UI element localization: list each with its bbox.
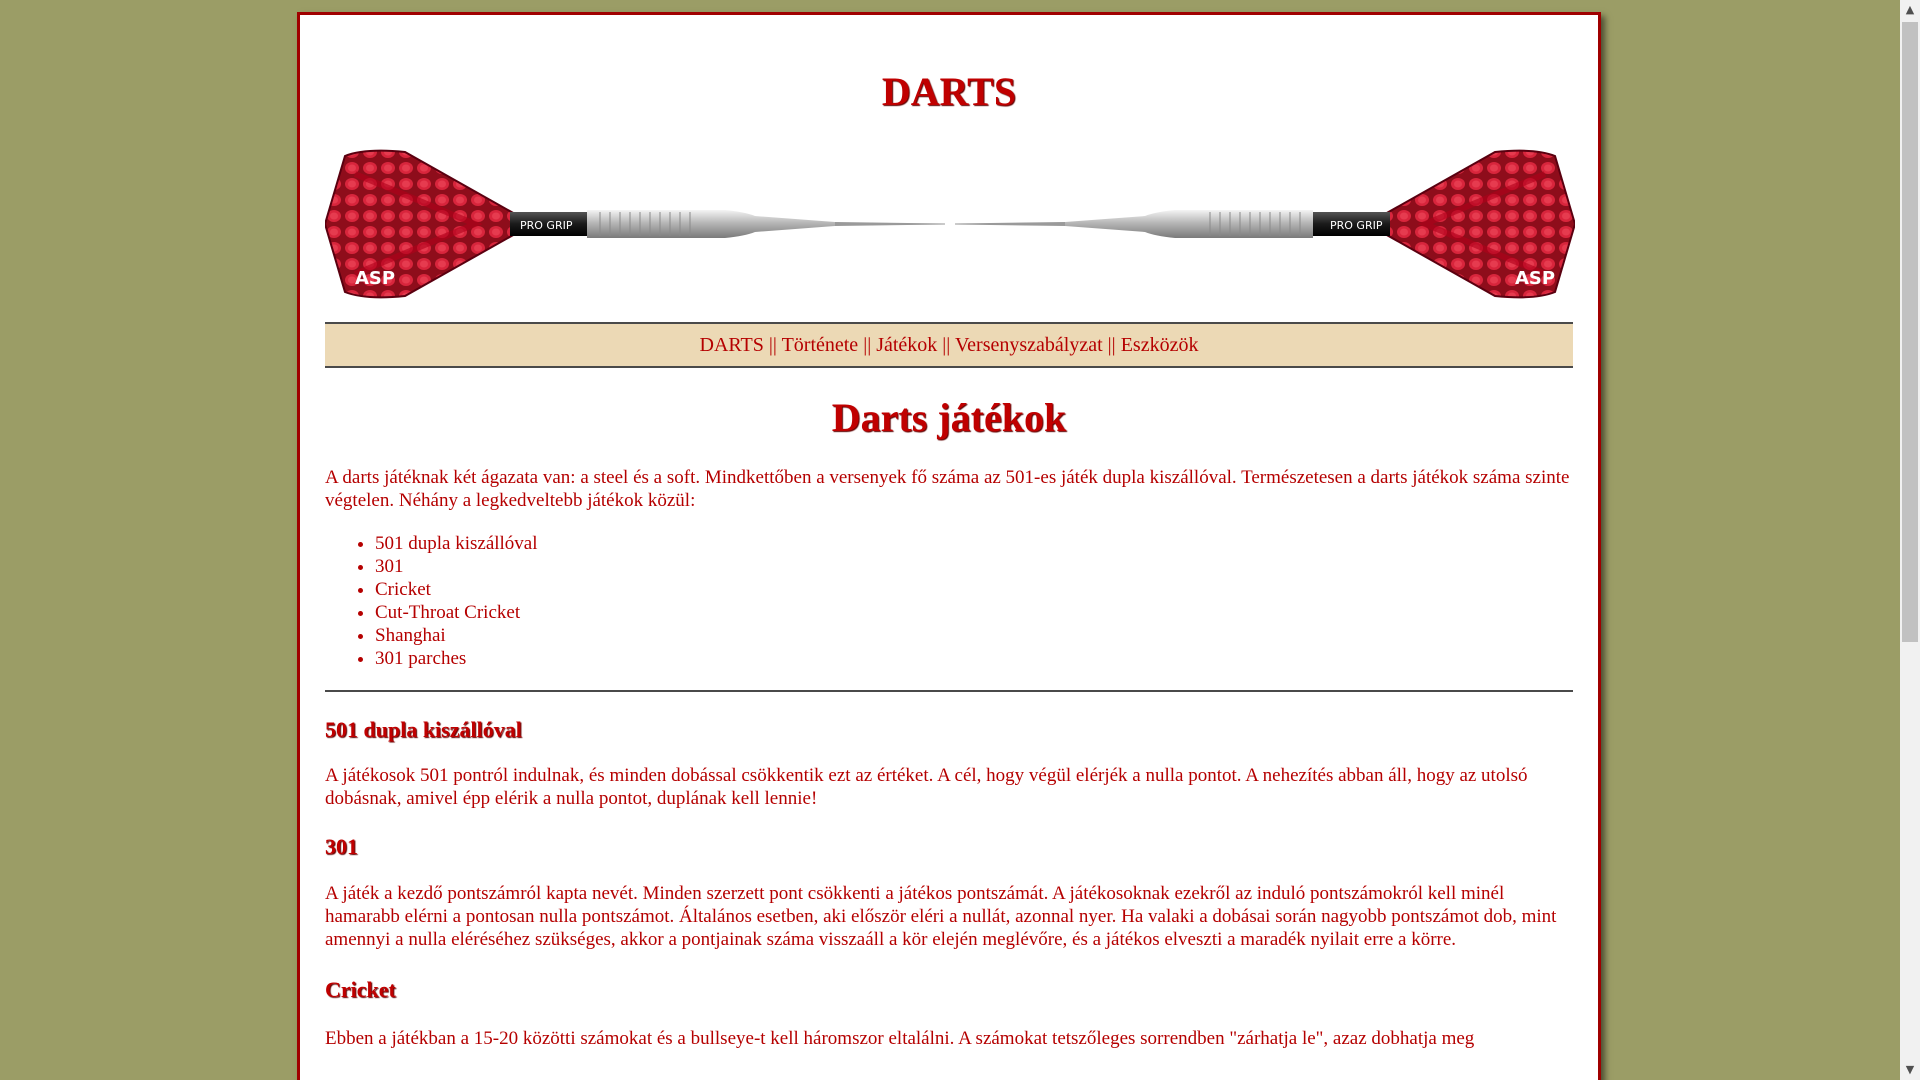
page-heading: Darts játékok [831, 395, 1067, 440]
list-item: Cut-Throat Cricket [375, 601, 1573, 624]
nav-separator: || [942, 334, 951, 356]
right-grip-label: PRO GRIP [1330, 219, 1383, 232]
scroll-down-arrow-icon[interactable]: ▼ [1900, 1060, 1920, 1080]
left-flight-logo: ASP [355, 268, 395, 289]
vertical-scrollbar[interactable]: ▲ ▼ [1900, 0, 1920, 1080]
list-item: 301 parches [375, 647, 1573, 670]
nav-separator: || [1107, 334, 1116, 356]
games-list: 501 dupla kiszállóval 301 Cricket Cut-Th… [325, 532, 1573, 670]
section-text-301: A játék a kezdő pontszámról kapta nevét.… [325, 883, 1557, 950]
list-item: Cricket [375, 578, 1573, 601]
right-flight-logo: ASP [1515, 268, 1555, 289]
scroll-up-arrow-icon[interactable]: ▲ [1900, 0, 1920, 20]
nav-link-jatekok[interactable]: Játékok [876, 334, 937, 356]
darts-banner-image: ASP PRO GRIP ASP PRO GRIP [325, 149, 1575, 299]
main-navigation: DARTS || Története || Játékok || Verseny… [325, 322, 1573, 368]
nav-link-versenyszabalyzat[interactable]: Versenyszabályzat [955, 334, 1103, 356]
section-text-501: A játékosok 501 pontról indulnak, és min… [325, 765, 1528, 809]
left-grip-label: PRO GRIP [520, 219, 573, 232]
nav-link-darts[interactable]: DARTS [700, 334, 764, 356]
page-container: DARTS ASP PRO GRIP ASP PRO GRIP DARTS ||… [297, 12, 1601, 1080]
section-title-301: 301 [325, 834, 358, 859]
list-item: 301 [375, 555, 1573, 578]
nav-separator: || [863, 334, 872, 356]
scrollbar-thumb[interactable] [1902, 22, 1918, 642]
section-text-cricket: Ebben a játékban a 15-20 közötti számoka… [325, 1028, 1475, 1049]
list-item: Shanghai [375, 624, 1573, 647]
section-divider [325, 690, 1573, 692]
nav-link-tortenete[interactable]: Története [782, 334, 859, 356]
right-dart-graphic [955, 149, 1575, 299]
nav-separator: || [768, 334, 777, 356]
section-title-501: 501 dupla kiszállóval [325, 717, 522, 742]
intro-paragraph: A darts játéknak két ágazata van: a stee… [325, 467, 1570, 511]
list-item: 501 dupla kiszállóval [375, 532, 1573, 555]
nav-link-eszkozok[interactable]: Eszközök [1121, 334, 1199, 356]
site-title: DARTS [881, 69, 1017, 114]
left-dart-graphic: ASP PRO GRIP [325, 149, 945, 299]
section-title-cricket: Cricket [325, 977, 396, 1002]
